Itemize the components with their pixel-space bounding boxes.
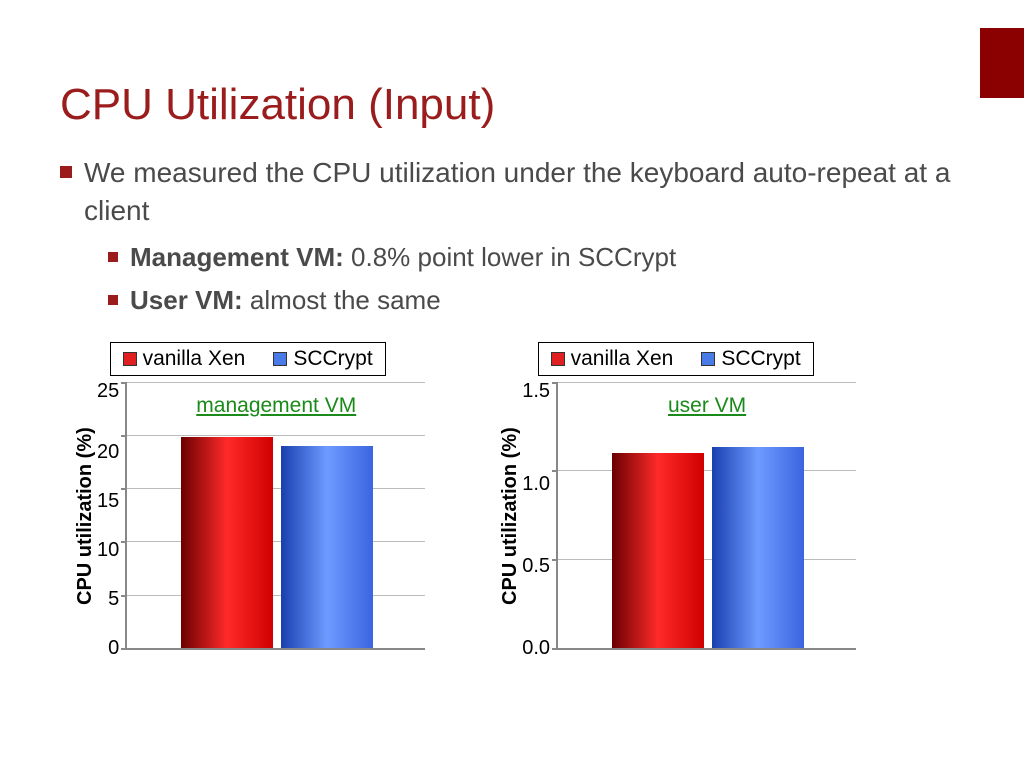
tick — [552, 470, 558, 472]
sub-bullet-list: Management VM: 0.8% point lower in SCCry… — [108, 240, 964, 318]
bar-sccrypt — [281, 446, 373, 648]
chart-legend: vanilla Xen SCCrypt — [538, 342, 814, 376]
gridline — [127, 435, 425, 436]
gridline — [127, 595, 425, 596]
tick — [121, 541, 127, 543]
legend-label: vanilla Xen — [143, 347, 246, 371]
bullet-list: We measured the CPU utilization under th… — [60, 154, 964, 318]
tick — [121, 488, 127, 490]
gridline — [127, 488, 425, 489]
ytick: 20 — [97, 441, 119, 464]
gridline — [558, 559, 856, 560]
legend-item-vanilla: vanilla Xen — [551, 347, 674, 371]
slide-content: CPU Utilization (Input) We measured the … — [0, 0, 1024, 650]
gridline — [127, 541, 425, 542]
tick — [121, 382, 127, 384]
tick — [552, 382, 558, 384]
gridline — [558, 382, 856, 383]
bar-sccrypt — [712, 447, 804, 647]
legend-label: vanilla Xen — [571, 347, 674, 371]
tick — [121, 595, 127, 597]
sub-bullet-label: Management VM: — [130, 242, 344, 272]
gridline — [558, 470, 856, 471]
ytick: 1.5 — [522, 380, 550, 403]
ytick: 1.0 — [522, 473, 550, 496]
sub-bullet-rest: 0.8% point lower in SCCrypt — [344, 242, 676, 272]
legend-item-sccrypt: SCCrypt — [701, 347, 800, 371]
bar-vanilla-xen — [181, 437, 273, 648]
legend-label: SCCrypt — [293, 347, 372, 371]
y-axis-label: CPU utilization (%) — [70, 382, 97, 650]
chart-annotation: management VM — [196, 394, 356, 418]
tick — [552, 559, 558, 561]
plot-area: user VM — [556, 382, 856, 650]
ytick: 0.0 — [522, 637, 550, 660]
bullet-marker-icon — [60, 166, 72, 178]
y-axis-label: CPU utilization (%) — [495, 382, 522, 650]
legend-swatch-red-icon — [551, 352, 565, 366]
legend-label: SCCrypt — [721, 347, 800, 371]
sub-bullet-text: Management VM: 0.8% point lower in SCCry… — [130, 240, 676, 275]
sub-bullet-text: User VM: almost the same — [130, 283, 441, 318]
tick — [552, 648, 558, 650]
ytick: 25 — [97, 380, 119, 403]
ytick: 10 — [97, 539, 119, 562]
sub-bullet-management: Management VM: 0.8% point lower in SCCry… — [108, 240, 964, 275]
bar-vanilla-xen — [612, 453, 704, 648]
legend-swatch-blue-icon — [273, 352, 287, 366]
chart-body: CPU utilization (%) 25 20 15 10 5 0 mana… — [70, 382, 425, 650]
tick — [121, 648, 127, 650]
y-axis-ticks: 1.5 1.0 0.5 0.0 — [522, 382, 556, 650]
sub-bullet-label: User VM: — [130, 285, 243, 315]
legend-item-sccrypt: SCCrypt — [273, 347, 372, 371]
gridline — [127, 382, 425, 383]
plot-area: management VM — [125, 382, 425, 650]
ytick: 0 — [108, 637, 119, 660]
chart-legend: vanilla Xen SCCrypt — [110, 342, 386, 376]
y-axis-ticks: 25 20 15 10 5 0 — [97, 382, 125, 650]
legend-swatch-blue-icon — [701, 352, 715, 366]
chart-management-vm: vanilla Xen SCCrypt CPU utilization (%) … — [70, 342, 425, 650]
chart-annotation: user VM — [668, 394, 746, 418]
bullet-marker-icon — [108, 252, 118, 262]
ytick: 15 — [97, 490, 119, 513]
bullet-marker-icon — [108, 295, 118, 305]
charts-row: vanilla Xen SCCrypt CPU utilization (%) … — [60, 342, 964, 650]
slide-accent — [980, 28, 1024, 98]
ytick: 5 — [108, 588, 119, 611]
sub-bullet-rest: almost the same — [243, 285, 441, 315]
main-bullet: We measured the CPU utilization under th… — [60, 154, 964, 230]
legend-item-vanilla: vanilla Xen — [123, 347, 246, 371]
tick — [121, 435, 127, 437]
legend-swatch-red-icon — [123, 352, 137, 366]
ytick: 0.5 — [522, 555, 550, 578]
main-bullet-text: We measured the CPU utilization under th… — [84, 154, 964, 230]
chart-user-vm: vanilla Xen SCCrypt CPU utilization (%) … — [495, 342, 856, 650]
slide-title: CPU Utilization (Input) — [60, 80, 964, 130]
chart-body: CPU utilization (%) 1.5 1.0 0.5 0.0 user… — [495, 382, 856, 650]
sub-bullet-user: User VM: almost the same — [108, 283, 964, 318]
